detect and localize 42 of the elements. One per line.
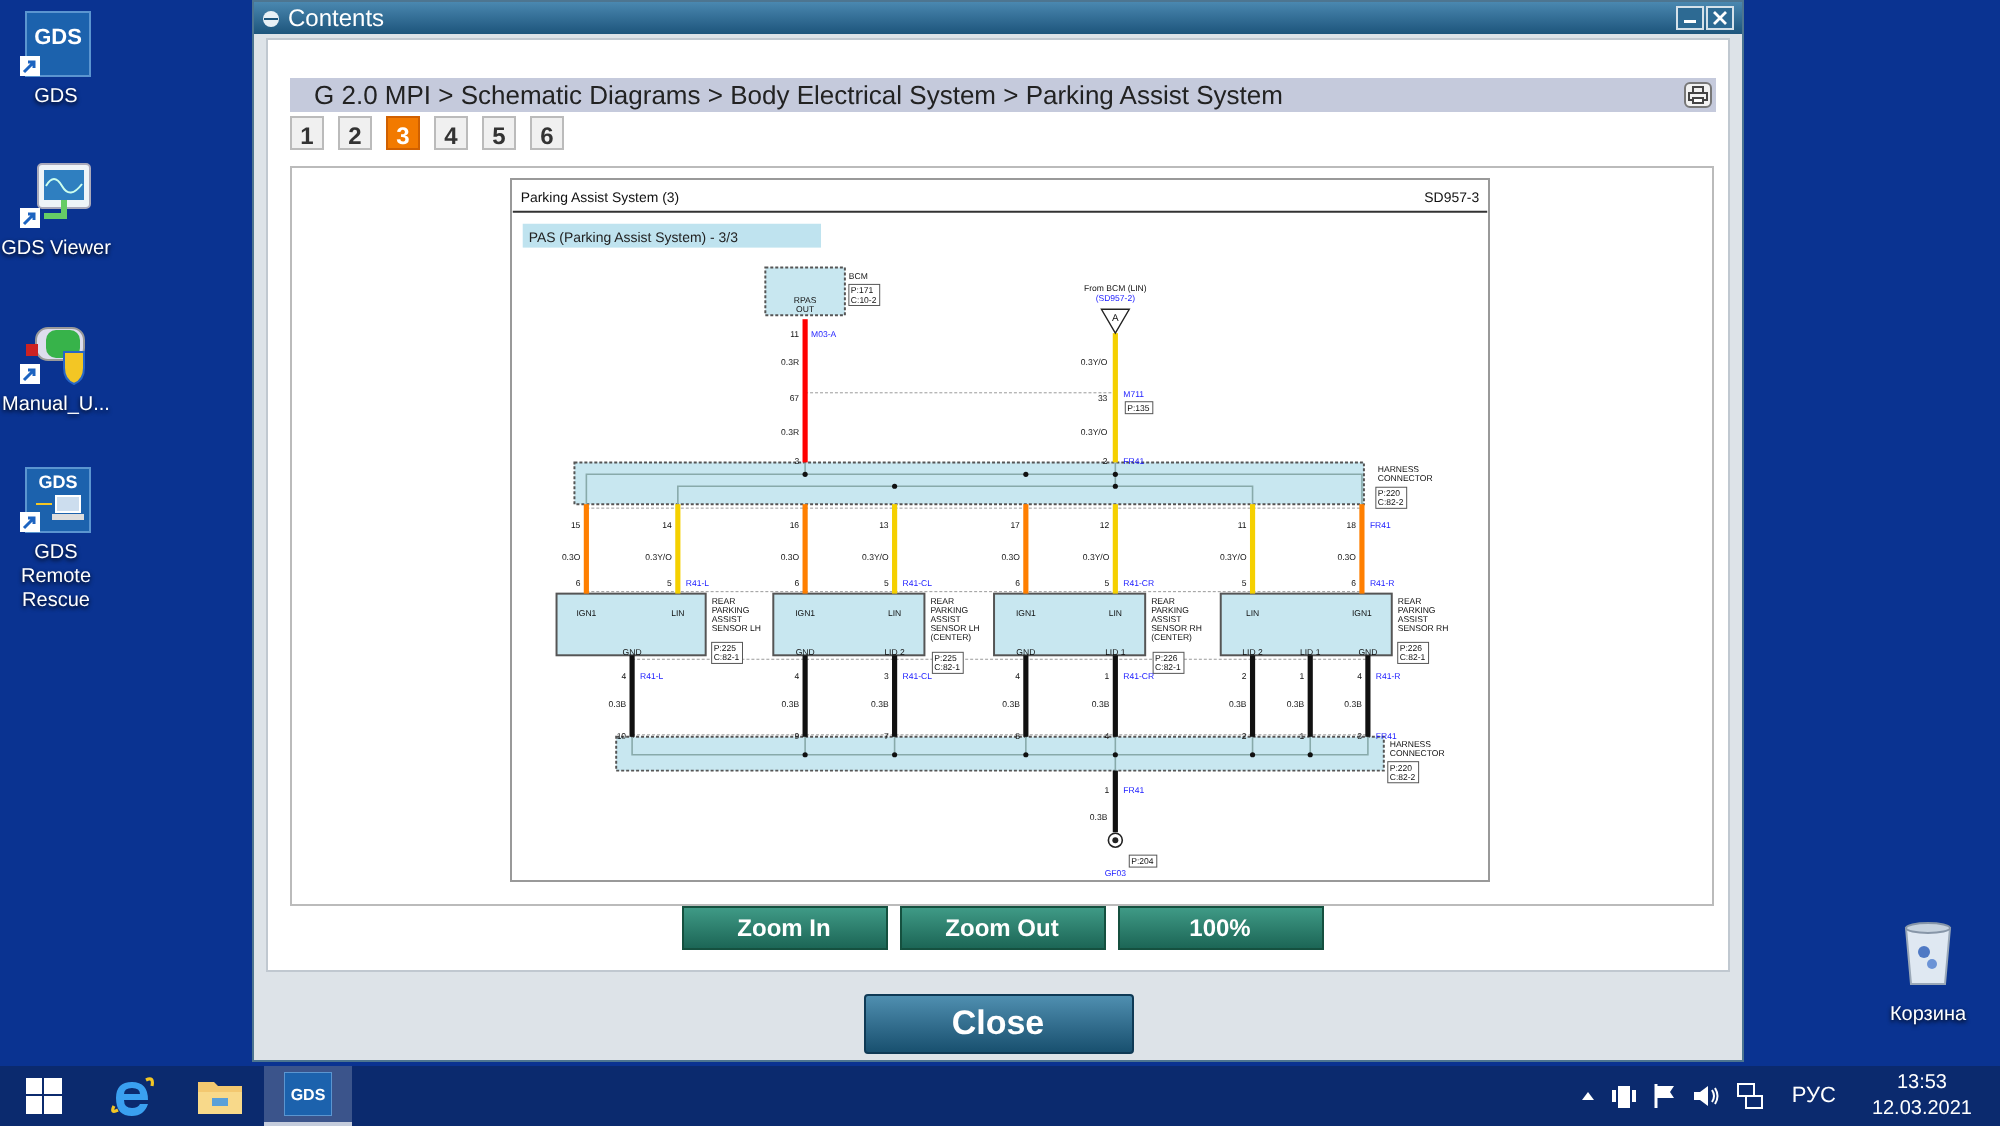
window-title: Contents xyxy=(288,2,385,36)
minimize-button[interactable] xyxy=(1676,6,1704,30)
icon-label: Корзина xyxy=(1889,1002,1967,1030)
ground-icon xyxy=(1107,832,1124,848)
zoom-button[interactable]: Zoom In xyxy=(681,906,887,950)
show-hidden-icons-icon[interactable] xyxy=(1579,1090,1596,1102)
clock-date: 12.03.2021 xyxy=(1871,1096,1972,1122)
app-logo: GDS xyxy=(284,1072,332,1116)
breadcrumb: G 2.0 MPI > Schematic Diagrams > Body Electrical System > Parking Assist System xyxy=(314,77,1283,114)
icon-label: GDS Remote Rescue xyxy=(18,542,93,614)
app-logo[interactable]: GDS xyxy=(20,8,92,80)
window-icon xyxy=(262,9,280,27)
print-button[interactable] xyxy=(1684,82,1712,108)
clock-time: 13:53 xyxy=(1896,1070,1947,1096)
language-indicator[interactable]: РУС xyxy=(1791,1079,1836,1113)
page-tab[interactable]: 2 xyxy=(338,116,372,150)
page-tab[interactable]: 6 xyxy=(530,116,564,150)
gds-taskbar-button[interactable]: GDS xyxy=(264,1066,352,1126)
speaker-icon[interactable] xyxy=(1691,1084,1720,1108)
icon-label: Manual_U... xyxy=(2,394,110,418)
page-tab[interactable]: 5 xyxy=(482,116,516,150)
folder-icon xyxy=(196,1076,244,1116)
windows-logo-icon xyxy=(26,1078,62,1114)
clock[interactable]: 13:53 12.03.2021 xyxy=(1871,1070,1972,1122)
close-button[interactable]: Close xyxy=(863,994,1133,1054)
icon-label: GDS xyxy=(34,86,78,110)
recycle-bin-icon[interactable] xyxy=(1902,920,1954,988)
zoom-button[interactable]: 100% xyxy=(1117,906,1323,950)
printer-icon xyxy=(1688,86,1708,104)
icon-label: GDS Viewer xyxy=(1,238,111,262)
network-icon[interactable] xyxy=(1735,1082,1764,1110)
app-logo[interactable]: GDS xyxy=(20,464,92,536)
device-icon[interactable] xyxy=(1611,1082,1636,1110)
zoom-button[interactable]: Zoom Out xyxy=(899,906,1105,950)
window-close-button[interactable] xyxy=(1706,6,1734,30)
close-icon xyxy=(1712,10,1728,26)
page-tab[interactable]: 4 xyxy=(434,116,468,150)
module-box xyxy=(764,266,846,317)
monitor-icon[interactable] xyxy=(20,160,92,232)
flag-icon[interactable] xyxy=(1651,1082,1676,1110)
browser-icon xyxy=(110,1074,154,1118)
page-tab[interactable]: 1 xyxy=(290,116,324,150)
